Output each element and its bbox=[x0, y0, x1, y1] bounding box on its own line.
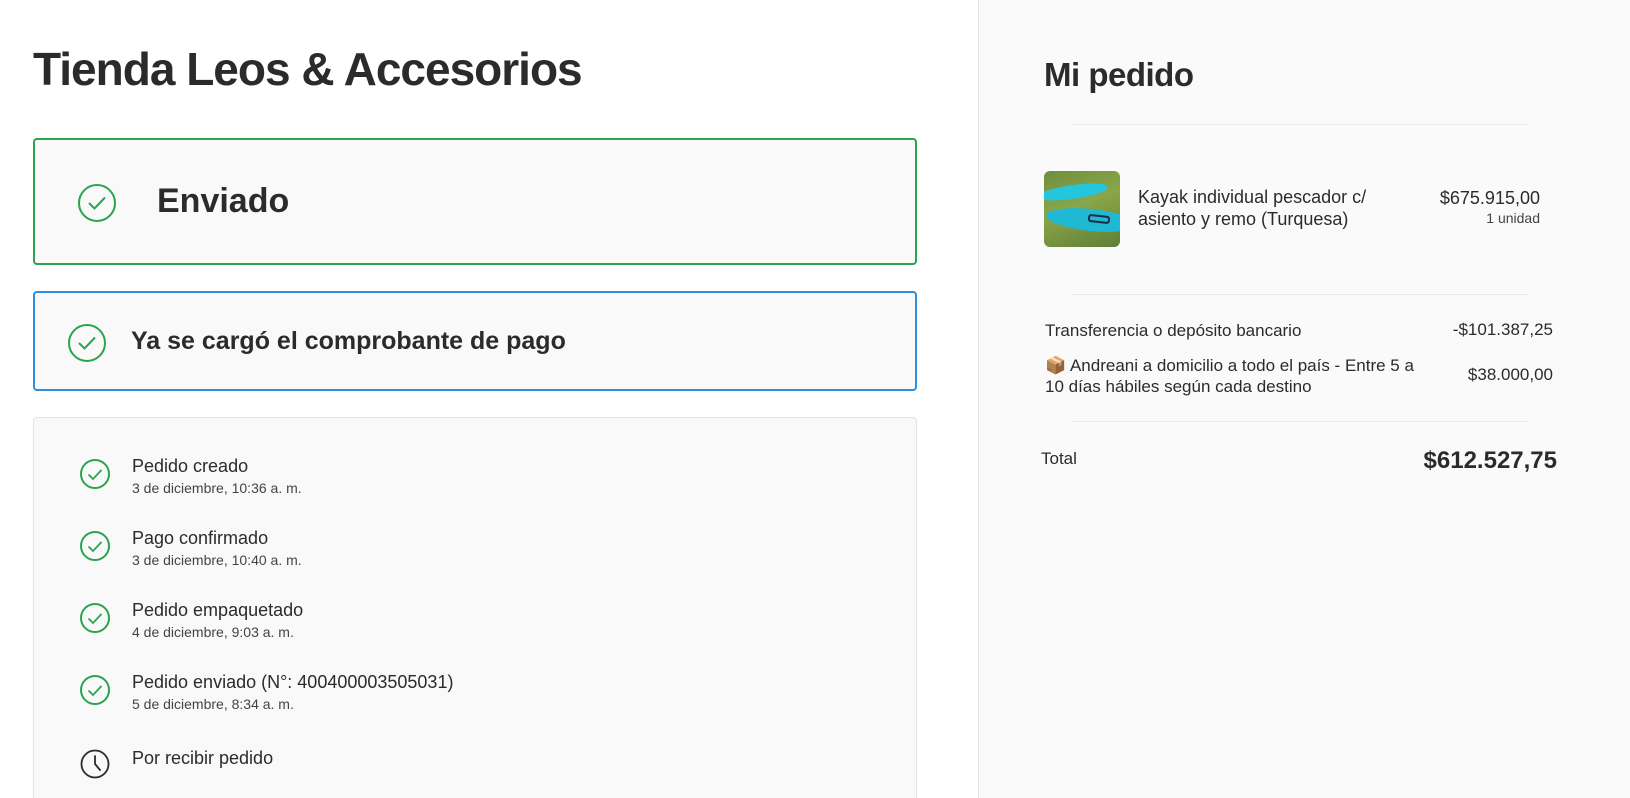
timeline-item-title: Pedido enviado (N°: 400400003505031) bbox=[132, 672, 454, 692]
total-label: Total bbox=[1041, 449, 1077, 468]
timeline-item-date: 4 de diciembre, 9:03 a. m. bbox=[132, 624, 294, 640]
timeline-item-title: Pedido empaquetado bbox=[132, 600, 304, 620]
timeline-item-title: Pago confirmado bbox=[132, 528, 269, 548]
total-value: $612.527,75 bbox=[1423, 447, 1557, 474]
clock-icon bbox=[80, 749, 110, 779]
order-timeline: Pedido creado 3 de diciembre, 10:36 a. m… bbox=[33, 417, 917, 798]
order-summary-title: Mi pedido bbox=[1044, 56, 1194, 93]
divider bbox=[1071, 421, 1528, 422]
shipped-status-label: Enviado bbox=[157, 182, 290, 220]
product-price: $675.915,00 bbox=[1439, 188, 1540, 208]
payment-status-label: Ya se cargó el comprobante de pago bbox=[131, 327, 566, 355]
timeline-item-date: 3 de diciembre, 10:40 a. m. bbox=[132, 552, 302, 568]
payment-method-label: Transferencia o depósito bancario bbox=[1045, 321, 1302, 340]
shipping-cost-value: $38.000,00 bbox=[1467, 365, 1553, 384]
check-circle-icon bbox=[68, 324, 106, 362]
timeline-item-title: Por recibir pedido bbox=[132, 748, 274, 768]
divider bbox=[1071, 294, 1528, 295]
product-name: Kayak individual pescador c/ asiento y r… bbox=[1138, 187, 1367, 229]
timeline-item: Pago confirmado 3 de diciembre, 10:40 a.… bbox=[34, 528, 916, 584]
order-status-panel: Tienda Leos & Accesorios Enviado Ya se c… bbox=[0, 0, 978, 798]
check-circle-icon bbox=[78, 184, 116, 222]
shipping-method-label: 📦 Andreani a domicilio a todo el país - … bbox=[1045, 356, 1414, 396]
timeline-item: Pedido empaquetado 4 de diciembre, 9:03 … bbox=[34, 600, 916, 656]
order-summary-panel: Mi pedido Kayak individual pescador c/ a… bbox=[978, 0, 1630, 798]
timeline-item: Por recibir pedido bbox=[34, 748, 916, 798]
product-quantity: 1 unidad bbox=[1486, 210, 1540, 226]
store-title: Tienda Leos & Accesorios bbox=[33, 43, 583, 95]
check-circle-icon bbox=[80, 603, 110, 633]
divider bbox=[1071, 124, 1528, 125]
product-thumbnail bbox=[1044, 171, 1120, 247]
shipped-status-card: Enviado bbox=[33, 138, 917, 265]
payment-status-card: Ya se cargó el comprobante de pago bbox=[33, 291, 917, 391]
payment-discount-value: -$101.387,25 bbox=[1452, 320, 1553, 339]
timeline-item: Pedido creado 3 de diciembre, 10:36 a. m… bbox=[34, 456, 916, 512]
timeline-item-date: 5 de diciembre, 8:34 a. m. bbox=[132, 696, 294, 712]
timeline-item: Pedido enviado (N°: 400400003505031) 5 d… bbox=[34, 672, 916, 728]
timeline-item-title: Pedido creado bbox=[132, 456, 249, 476]
timeline-item-date: 3 de diciembre, 10:36 a. m. bbox=[132, 480, 302, 496]
check-circle-icon bbox=[80, 459, 110, 489]
check-circle-icon bbox=[80, 531, 110, 561]
check-circle-icon bbox=[80, 675, 110, 705]
